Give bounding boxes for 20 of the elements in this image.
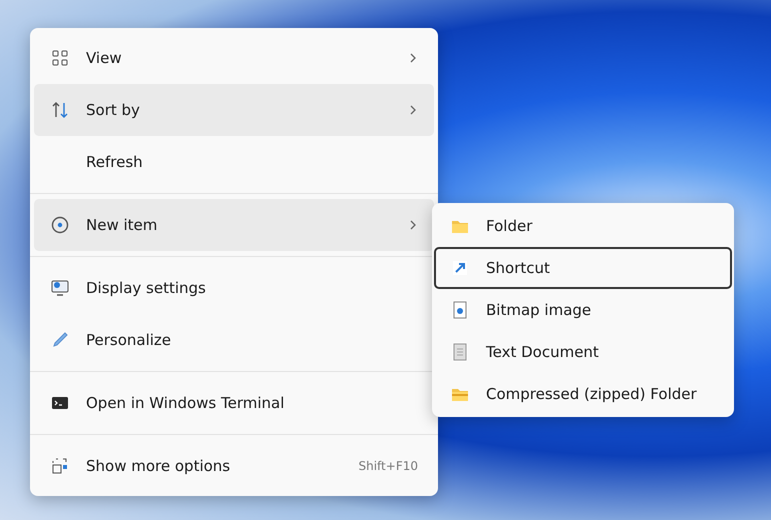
pen-icon (50, 330, 70, 350)
options-icon (50, 456, 70, 476)
grid-icon (50, 48, 70, 68)
submenu-item[interactable]: Folder (434, 205, 732, 247)
menu-item[interactable]: Display settings (34, 262, 434, 314)
submenu-item[interactable]: Compressed (zipped) Folder (434, 373, 732, 415)
plus-circle-icon (50, 215, 70, 235)
shortcut-text: Shift+F10 (358, 458, 418, 475)
menu-item[interactable]: Refresh (34, 136, 434, 188)
submenu-item[interactable]: Bitmap image (434, 289, 732, 331)
menu-item[interactable]: Personalize (34, 314, 434, 366)
menu-item[interactable]: Open in Windows Terminal (34, 377, 434, 429)
submenu-item[interactable]: Shortcut (434, 247, 732, 289)
submenu-item[interactable]: Text Document (434, 331, 732, 373)
menu-item[interactable]: Show more options Shift+F10 (34, 440, 434, 492)
menu-item[interactable]: Sort by (34, 84, 434, 136)
menu-item[interactable]: View (34, 32, 434, 84)
monitor-icon (50, 278, 70, 298)
menu-item[interactable]: New item (34, 199, 434, 251)
sort-icon (50, 100, 70, 120)
